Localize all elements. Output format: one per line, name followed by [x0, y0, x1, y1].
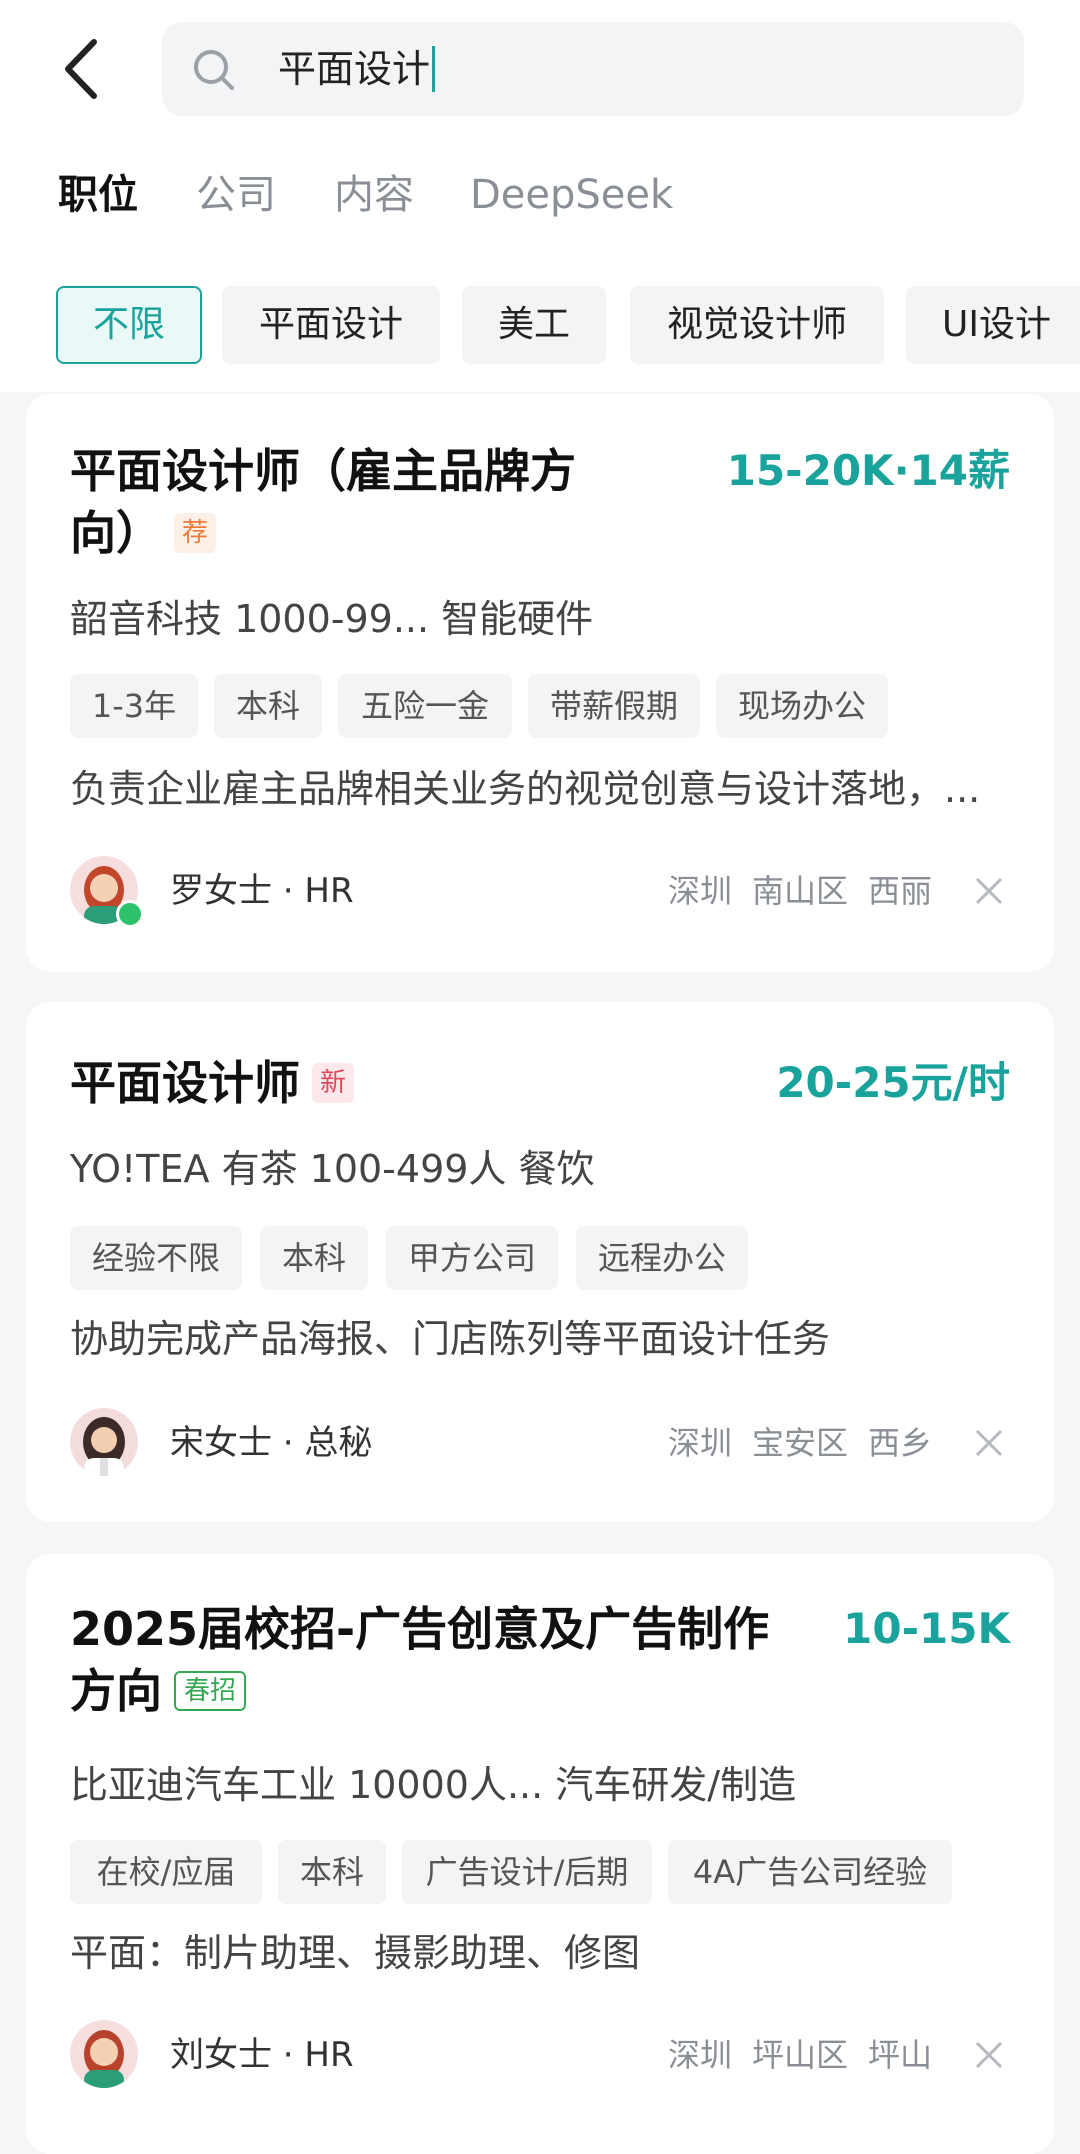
chevron-left-icon [65, 39, 97, 99]
filter-chip-ui-design[interactable]: UI设计 [906, 286, 1080, 364]
job-card[interactable]: 平面设计师新 20-25元/时 YO!TEA 有茶 100-499人 餐饮 经验… [26, 1002, 1054, 1522]
company-info: YO!TEA 有茶 100-499人 餐饮 [70, 1147, 595, 1191]
company-info: 韶音科技 1000-99... 智能硬件 [70, 597, 594, 641]
job-title-line: 平面设计师 [70, 1056, 300, 1110]
recruiter-avatar-icon [70, 2020, 138, 2088]
tab-content[interactable]: 内容 [334, 168, 414, 222]
dismiss-icon[interactable] [974, 2040, 1004, 2070]
top-bar: 平面设计 职位 公司 内容 DeepSeek [0, 0, 1080, 258]
salary: 15-20K·14薪 [726, 446, 1010, 495]
avatar [70, 2020, 138, 2088]
search-input[interactable]: 平面设计 [162, 22, 1024, 116]
back-button[interactable] [54, 36, 114, 102]
job-tag: 现场办公 [716, 674, 888, 738]
job-title-line: 方向 [70, 1664, 162, 1718]
text-cursor [432, 46, 436, 92]
location-city: 深圳 [667, 1424, 732, 1462]
job-title: 平面设计师新 [70, 1052, 355, 1114]
filter-chip-visual-designer[interactable]: 视觉设计师 [630, 286, 884, 364]
job-tag: 在校/应届 [70, 1840, 262, 1904]
dismiss-icon[interactable] [974, 876, 1004, 906]
job-title-line: 2025届校招-广告创意及广告制作 [70, 1602, 770, 1656]
filter-chip-artist[interactable]: 美工 [462, 286, 606, 364]
tab-jobs[interactable]: 职位 [58, 168, 138, 222]
job-description: 协助完成产品海报、门店陈列等平面设计任务 [70, 1317, 831, 1361]
job-description: 负责企业雇主品牌相关业务的视觉创意与设计落地，... [70, 767, 981, 811]
job-card[interactable]: 平面设计师（雇主品牌方 向） 荐 15-20K·14薪 韶音科技 1000-99.… [26, 394, 1054, 972]
location-area: 坪山 [867, 2036, 932, 2074]
job-tag: 广告设计/后期 [402, 1840, 652, 1904]
company-info: 比亚迪汽车工业 10000人... 汽车研发/制造 [70, 1763, 797, 1807]
filter-chip-all[interactable]: 不限 [56, 286, 202, 364]
job-tag: 本科 [214, 674, 322, 738]
spring-recruitment-badge: 春招 [174, 1670, 247, 1711]
job-title: 2025届校招-广告创意及广告制作 方向 春招 [70, 1598, 769, 1722]
job-tag: 本科 [278, 1840, 386, 1904]
recruiter-name: 刘女士 · HR [170, 2035, 354, 2075]
salary: 10-15K [843, 1604, 1010, 1653]
salary: 20-25元/时 [776, 1058, 1010, 1107]
tab-companies[interactable]: 公司 [196, 168, 276, 222]
location-city: 深圳 [667, 2036, 732, 2074]
location-city: 深圳 [667, 872, 732, 910]
job-tag: 1-3年 [70, 674, 198, 738]
search-query[interactable]: 平面设计 [278, 46, 436, 92]
job-tag: 本科 [260, 1226, 368, 1290]
new-badge: 新 [312, 1062, 355, 1103]
recruiter-name: 罗女士 · HR [170, 871, 354, 911]
job-title: 平面设计师（雇主品牌方 向） 荐 [70, 440, 576, 564]
dismiss-icon[interactable] [974, 1428, 1004, 1458]
job-tag: 五险一金 [338, 674, 512, 738]
search-icon [194, 50, 234, 90]
job-title-line: 向） [70, 506, 162, 560]
location-area: 西乡 [867, 1424, 932, 1462]
recruiter-name: 宋女士 · 总秘 [170, 1423, 373, 1463]
job-tag: 带薪假期 [528, 674, 700, 738]
job-title-line: 平面设计师（雇主品牌方 [70, 444, 576, 498]
location-area: 西丽 [867, 872, 932, 910]
job-description: 平面：制片助理、摄影助理、修图 [70, 1931, 641, 1975]
job-tag: 经验不限 [70, 1226, 242, 1290]
job-location: 深圳 南山区 西丽 [648, 866, 932, 916]
filter-chip-graphic-design[interactable]: 平面设计 [222, 286, 440, 364]
filter-chip-bar: 不限 平面设计 美工 视觉设计师 UI设计 [0, 258, 1080, 392]
location-district: 宝安区 [751, 1424, 848, 1462]
job-tag: 4A广告公司经验 [668, 1840, 952, 1904]
online-status-dot [116, 900, 144, 928]
job-location: 深圳 坪山区 坪山 [648, 2030, 932, 2080]
location-district: 南山区 [751, 872, 848, 910]
job-location: 深圳 宝安区 西乡 [648, 1418, 932, 1468]
job-tag: 甲方公司 [386, 1226, 558, 1290]
recommended-badge: 荐 [174, 512, 217, 553]
tab-deepseek[interactable]: DeepSeek [470, 168, 673, 222]
recruiter-avatar-icon [70, 1408, 138, 1476]
location-district: 坪山区 [751, 2036, 848, 2074]
avatar [70, 1408, 138, 1476]
job-card[interactable]: 2025届校招-广告创意及广告制作 方向 春招 10-15K 比亚迪汽车工业 10… [26, 1554, 1054, 2154]
job-tag: 远程办公 [576, 1226, 748, 1290]
